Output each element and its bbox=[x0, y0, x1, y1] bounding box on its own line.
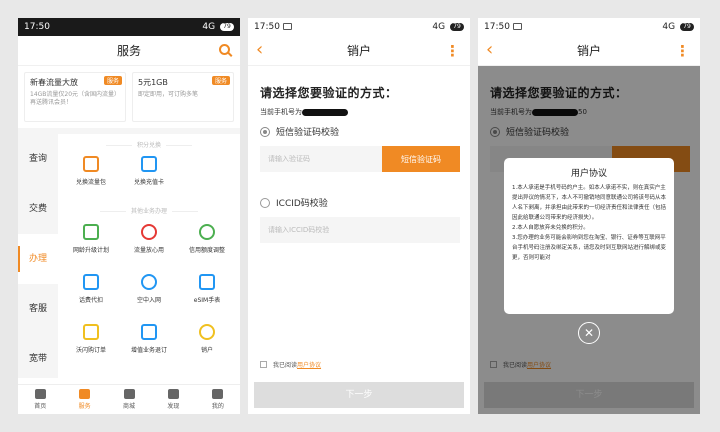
service-area: 查询 交费 办理 客服 宽带 积分兑换 兑换流量包 兑换充值卡 其他业务办理 网… bbox=[18, 128, 240, 378]
tab-discover[interactable]: 发现 bbox=[151, 385, 195, 414]
tab-mall[interactable]: 商城 bbox=[107, 385, 151, 414]
status-bar: 17:50 4G 79 bbox=[18, 18, 240, 36]
modal-body: 1.本人承诺是手机号码的户主。如本人承诺不实，则在真实户主提出异议的情况下，本人… bbox=[512, 185, 667, 261]
signal-icon: 4G bbox=[202, 22, 216, 32]
service-item[interactable]: 沃闪购订单 bbox=[62, 324, 120, 354]
section-title: 积分兑换 bbox=[58, 140, 240, 149]
image-icon bbox=[282, 23, 292, 30]
option-sms[interactable]: 短信验证码校验 bbox=[260, 125, 460, 138]
verify-screen: 17:50 4G 79 ‹ 销户 ⋮ 请选择您要验证的方式： 当前手机号为 短信… bbox=[248, 18, 470, 414]
service-item[interactable]: 空中入网 bbox=[120, 274, 178, 304]
signal-icon: 4G bbox=[432, 22, 446, 32]
battery-icon: 79 bbox=[220, 22, 234, 31]
more-icon[interactable]: ⋮ bbox=[675, 36, 690, 66]
tab-service[interactable]: 服务 bbox=[62, 385, 106, 414]
promo-card-2[interactable]: 5元1GB 服务 即定即用，可订购多笔 bbox=[132, 72, 234, 122]
option-iccid[interactable]: ICCID码校验 bbox=[260, 196, 460, 209]
service-item[interactable]: 销户 bbox=[178, 324, 236, 354]
radio-iccid[interactable] bbox=[260, 197, 270, 208]
signal-bars-icon bbox=[83, 224, 99, 240]
next-button[interactable]: 下一步 bbox=[254, 382, 464, 408]
status-time: 17:50 bbox=[484, 22, 510, 32]
heart-icon bbox=[141, 224, 157, 240]
promo-tag: 服务 bbox=[103, 76, 122, 85]
battery-icon: 79 bbox=[680, 22, 694, 31]
back-icon[interactable]: ‹ bbox=[256, 36, 263, 64]
masked-number bbox=[302, 108, 348, 116]
refund-icon bbox=[141, 324, 157, 340]
person-icon bbox=[212, 389, 224, 399]
back-icon[interactable]: ‹ bbox=[486, 36, 493, 64]
home-icon bbox=[34, 389, 46, 399]
more-icon[interactable]: ⋮ bbox=[445, 36, 460, 66]
service-item[interactable]: 信用额度调整 bbox=[178, 224, 236, 254]
grid-icon bbox=[79, 389, 91, 399]
service-screen: 17:50 4G 79 服务 新春流量大放 服务 14GB流量仅20元（含国内流… bbox=[18, 18, 240, 414]
service-item[interactable]: 兑换充值卡 bbox=[120, 156, 178, 186]
sms-code-input[interactable] bbox=[260, 146, 382, 172]
modal-title: 用户协议 bbox=[570, 169, 607, 179]
status-time: 17:50 bbox=[24, 22, 50, 32]
watch-icon bbox=[199, 274, 215, 290]
coin-icon bbox=[83, 156, 99, 172]
radio-sms[interactable] bbox=[260, 126, 270, 137]
verify-body: 请选择您要验证的方式： 当前手机号为 短信验证码校验 短信验证码 ICCID码校… bbox=[248, 66, 470, 243]
category-sidebar: 查询 交费 办理 客服 宽带 bbox=[18, 134, 58, 378]
page-title: 服务 bbox=[116, 44, 141, 58]
agree-checkbox[interactable] bbox=[260, 361, 267, 368]
close-icon[interactable]: ✕ bbox=[578, 322, 600, 344]
header: ‹ 销户 ⋮ bbox=[478, 36, 700, 66]
agreement-modal: 用户协议 1.本人承诺是手机号码的户主。如本人承诺不实，则在真实户主提出异议的情… bbox=[504, 158, 674, 314]
user-icon bbox=[199, 324, 215, 340]
promo-row: 新春流量大放 服务 14GB流量仅20元（含国内流量）再送腾讯会员！ 5元1GB… bbox=[18, 66, 240, 128]
bill-icon bbox=[83, 274, 99, 290]
current-phone: 当前手机号为 bbox=[260, 107, 460, 117]
status-bar: 17:50 4G 79 bbox=[248, 18, 470, 36]
sidebar-item-query[interactable]: 查询 bbox=[18, 134, 58, 184]
service-item[interactable]: 话费代扣 bbox=[62, 274, 120, 304]
service-item[interactable]: 增值业务退订 bbox=[120, 324, 178, 354]
compass-icon bbox=[167, 389, 179, 399]
page-title: 销户 bbox=[576, 44, 601, 58]
search-icon[interactable] bbox=[219, 44, 230, 55]
service-grid: 积分兑换 兑换流量包 兑换充值卡 其他业务办理 网龄升级计划 流量放心用 信用额… bbox=[58, 134, 240, 378]
verify-heading: 请选择您要验证的方式： bbox=[260, 86, 398, 100]
header: 服务 bbox=[18, 36, 240, 66]
promo-tag: 服务 bbox=[211, 76, 230, 85]
status-time: 17:50 bbox=[254, 22, 280, 32]
agreement-row: 我已阅读 用户协议 bbox=[260, 360, 321, 369]
promo-card-1[interactable]: 新春流量大放 服务 14GB流量仅20元（含国内流量）再送腾讯会员！ bbox=[24, 72, 126, 122]
signal-icon: 4G bbox=[662, 22, 676, 32]
send-sms-button[interactable]: 短信验证码 bbox=[382, 146, 460, 172]
sms-row: 短信验证码 bbox=[260, 146, 460, 172]
cloud-icon bbox=[141, 274, 157, 290]
iccid-input[interactable] bbox=[260, 217, 460, 243]
mail-icon bbox=[123, 389, 135, 399]
sidebar-item-support[interactable]: 客服 bbox=[18, 284, 58, 334]
image-icon bbox=[512, 23, 522, 30]
tab-home[interactable]: 首页 bbox=[18, 385, 62, 414]
sidebar-item-pay[interactable]: 交费 bbox=[18, 184, 58, 234]
agreement-screen: 17:50 4G 79 ‹ 销户 ⋮ 请选择您要验证的方式： 当前手机号为 50 … bbox=[478, 18, 700, 414]
promo-desc: 14GB流量仅20元（含国内流量）再送腾讯会员！ bbox=[30, 91, 118, 106]
card-icon bbox=[141, 156, 157, 172]
bottom-tab-bar: 首页 服务 商城 发现 我的 bbox=[18, 384, 240, 414]
yuan-icon bbox=[199, 224, 215, 240]
section-title: 其他业务办理 bbox=[58, 206, 240, 215]
agreement-link[interactable]: 用户协议 bbox=[297, 360, 321, 369]
battery-icon: 79 bbox=[450, 22, 464, 31]
service-item[interactable]: 网龄升级计划 bbox=[62, 224, 120, 254]
service-item[interactable]: 兑换流量包 bbox=[62, 156, 120, 186]
sidebar-item-handle[interactable]: 办理 bbox=[18, 234, 58, 284]
flash-icon bbox=[83, 324, 99, 340]
status-bar: 17:50 4G 79 bbox=[478, 18, 700, 36]
sidebar-item-broadband[interactable]: 宽带 bbox=[18, 334, 58, 384]
page-title: 销户 bbox=[346, 44, 371, 58]
service-item[interactable]: 流量放心用 bbox=[120, 224, 178, 254]
tab-mine[interactable]: 我的 bbox=[196, 385, 240, 414]
service-item[interactable]: eSIM手表 bbox=[178, 274, 236, 304]
header: ‹ 销户 ⋮ bbox=[248, 36, 470, 66]
iccid-row bbox=[260, 217, 460, 243]
promo-desc: 即定即用，可订购多笔 bbox=[138, 91, 199, 98]
